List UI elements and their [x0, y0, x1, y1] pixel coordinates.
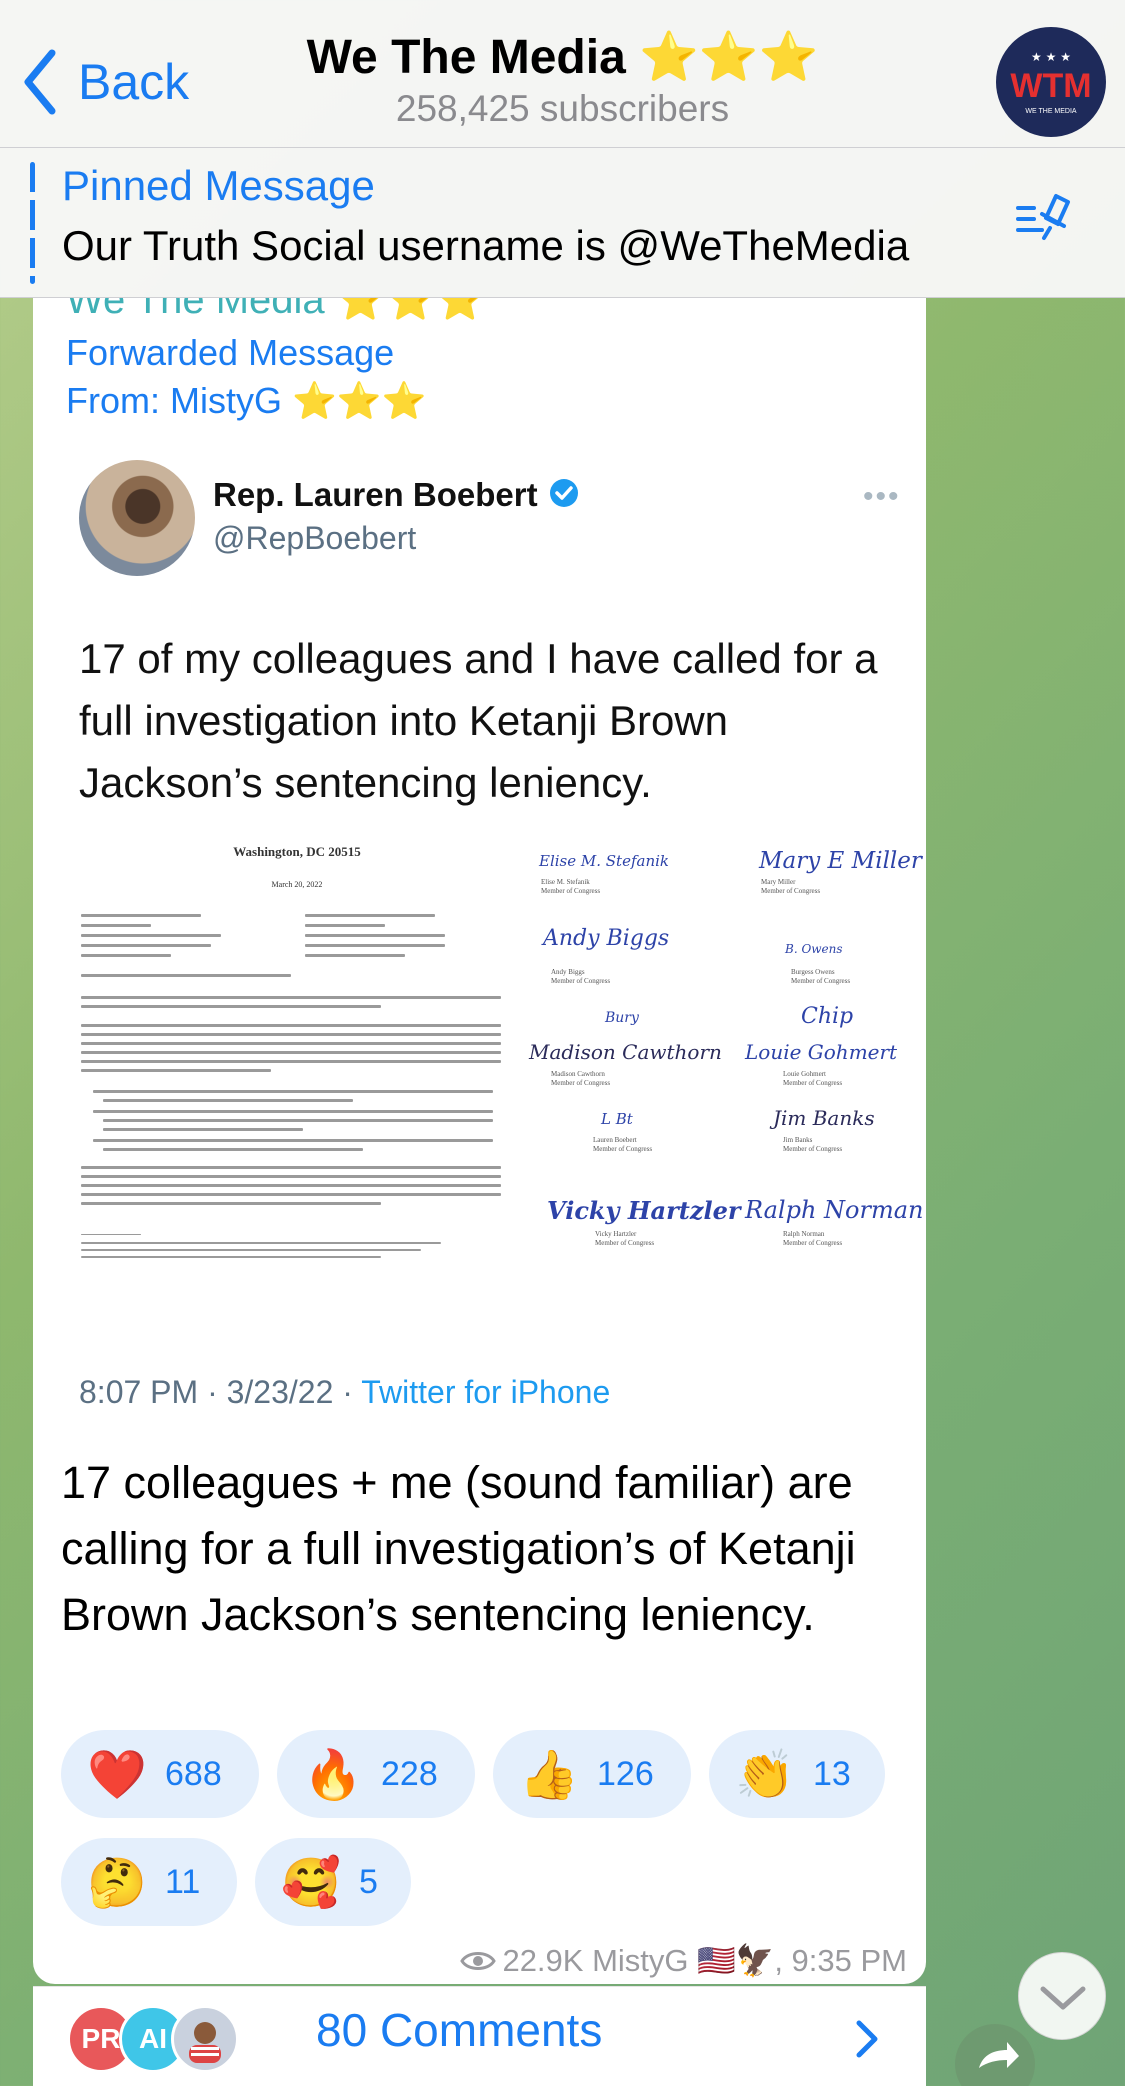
reaction-thumbs-up[interactable]: 👍 126	[493, 1730, 691, 1818]
signer-title: Member of Congress	[593, 1145, 653, 1153]
svg-text:★ ★ ★: ★ ★ ★	[1031, 50, 1071, 64]
tweet-source-link[interactable]: Twitter for iPhone	[361, 1374, 610, 1410]
channel-title[interactable]: We The Media ⭐⭐⭐	[0, 28, 1125, 85]
verified-badge-icon	[550, 479, 578, 507]
reaction-fire[interactable]: 🔥 228	[277, 1730, 475, 1818]
clap-icon: 👏	[735, 1748, 795, 1802]
signer-title: Member of Congress	[541, 887, 601, 895]
chevron-right-icon	[856, 2020, 878, 2058]
channel-avatar[interactable]: ★ ★ ★ WTM WE THE MEDIA	[996, 27, 1106, 137]
forwarded-label: Forwarded Message	[66, 332, 395, 373]
signer-title: Member of Congress	[783, 1145, 843, 1153]
signature-5: Bury	[605, 1010, 639, 1026]
signer-title: Member of Congress	[761, 887, 821, 895]
reaction-count: 13	[813, 1754, 851, 1793]
tweet-timestamp: 8:07 PM · 3/23/22 · Twitter for iPhone	[79, 1374, 610, 1411]
letter-date: March 20, 2022	[271, 880, 323, 889]
signer-title: Member of Congress	[791, 977, 851, 985]
post-channel-name[interactable]: We The Media ⭐⭐⭐	[66, 298, 485, 323]
signature-11: Vicky Hartzler	[547, 1196, 741, 1225]
smiling-hearts-icon: 🥰	[281, 1856, 341, 1910]
letter-letterhead: Washington, DC 20515	[233, 844, 361, 859]
views-author-time: 22.9K MistyG 🇺🇸🦅, 9:35 PM	[502, 1943, 907, 1978]
avatar-logo-text: WTM	[1010, 67, 1091, 105]
signer-title: Member of Congress	[551, 1079, 611, 1087]
pin-list-icon[interactable]	[1012, 188, 1074, 242]
heart-icon: ❤️	[87, 1748, 147, 1802]
reaction-clap[interactable]: 👏 13	[709, 1730, 885, 1818]
signature-6: Chip	[801, 1004, 854, 1029]
signature-9: L Bt	[601, 1110, 633, 1128]
signer-name: Mary Miller	[761, 878, 796, 886]
signature-4: B. Owens	[785, 942, 843, 956]
signer-name: Lauren Boebert	[593, 1136, 637, 1144]
signer-name: Madison Cawthorn	[551, 1070, 605, 1078]
reaction-count: 228	[381, 1754, 438, 1793]
subscriber-count: 258,425 subscribers	[395, 88, 730, 129]
signature-12: Ralph Norman	[745, 1196, 924, 1224]
pinned-text: Our Truth Social username is @WeTheMedia	[62, 222, 910, 269]
signer-title: Member of Congress	[783, 1239, 843, 1247]
tweet-author-handle: @RepBoebert	[213, 520, 417, 556]
thinking-face-icon: 🤔	[87, 1856, 147, 1910]
message-text: 17 colleagues + me (sound familiar) are …	[61, 1457, 856, 1640]
signer-name: Jim Banks	[783, 1136, 813, 1144]
signer-name: Vicky Hartzler	[595, 1230, 637, 1238]
tweet-time: 8:07 PM · 3/23/22 ·	[79, 1374, 362, 1410]
reaction-thinking[interactable]: 🤔 11	[61, 1838, 237, 1926]
tweet-author-name: Rep. Lauren Boebert	[213, 476, 538, 513]
signature-1: Elise M. Stefanik	[539, 852, 670, 870]
pinned-title: Pinned Message	[62, 162, 375, 209]
signer-title: Member of Congress	[783, 1079, 843, 1087]
reaction-count: 688	[165, 1754, 222, 1793]
fire-icon: 🔥	[303, 1748, 363, 1802]
signature-8: Louie Gohmert	[745, 1040, 898, 1064]
signer-title: Member of Congress	[551, 977, 611, 985]
reaction-count: 11	[165, 1862, 201, 1901]
chat-header: Back We The Media ⭐⭐⭐ 258,425 subscriber…	[0, 0, 1125, 148]
letter-page: Washington, DC 20515 March 20, 2022	[79, 844, 515, 1304]
more-options-icon: •••	[863, 480, 901, 513]
pinned-message-bar[interactable]: Pinned Message Our Truth Social username…	[0, 148, 1125, 298]
signer-title: Member of Congress	[595, 1239, 655, 1247]
comments-label[interactable]: 80 Comments	[316, 2003, 602, 2057]
reaction-count: 126	[597, 1754, 654, 1793]
letter-image[interactable]: Washington, DC 20515 March 20, 2022 Elis…	[79, 844, 925, 1304]
tweet-text: 17 of my colleagues and I have called fo…	[79, 635, 878, 806]
message-bubble[interactable]: We The Media ⭐⭐⭐ Forwarded Message From:…	[33, 298, 926, 1984]
signer-name: Andy Biggs	[551, 968, 585, 976]
forwarded-from[interactable]: From: MistyG ⭐⭐⭐	[66, 380, 426, 422]
reaction-count: 5	[359, 1862, 378, 1901]
signer-name: Elise M. Stefanik	[541, 878, 590, 886]
reaction-smiling-hearts[interactable]: 🥰 5	[255, 1838, 411, 1926]
comments-bar[interactable]: PR AI 80 Comments	[33, 1986, 926, 2086]
eye-icon	[460, 1952, 497, 1970]
signature-2: Mary E Miller	[759, 848, 922, 874]
signature-3: Andy Biggs	[543, 926, 670, 951]
signer-name: Ralph Norman	[783, 1230, 825, 1238]
signature-7: Madison Cawthorn	[529, 1040, 722, 1064]
signer-name: Burgess Owens	[791, 968, 835, 976]
thumbs-up-icon: 👍	[519, 1748, 579, 1802]
signature-10: Jim Banks	[773, 1106, 875, 1130]
chevron-down-icon	[1040, 1986, 1086, 2010]
pinned-indicator	[30, 162, 35, 284]
avatar-logo-subtext: WE THE MEDIA	[1025, 108, 1077, 115]
scroll-down-button[interactable]	[1018, 1952, 1106, 2040]
message-meta: 22.9K MistyG 🇺🇸🦅, 9:35 PM	[413, 1942, 907, 1979]
commenter-avatar-3	[171, 2005, 239, 2073]
reaction-heart[interactable]: ❤️ 688	[61, 1730, 259, 1818]
tweet-author-avatar	[79, 460, 195, 576]
signer-name: Louie Gohmert	[783, 1070, 826, 1078]
